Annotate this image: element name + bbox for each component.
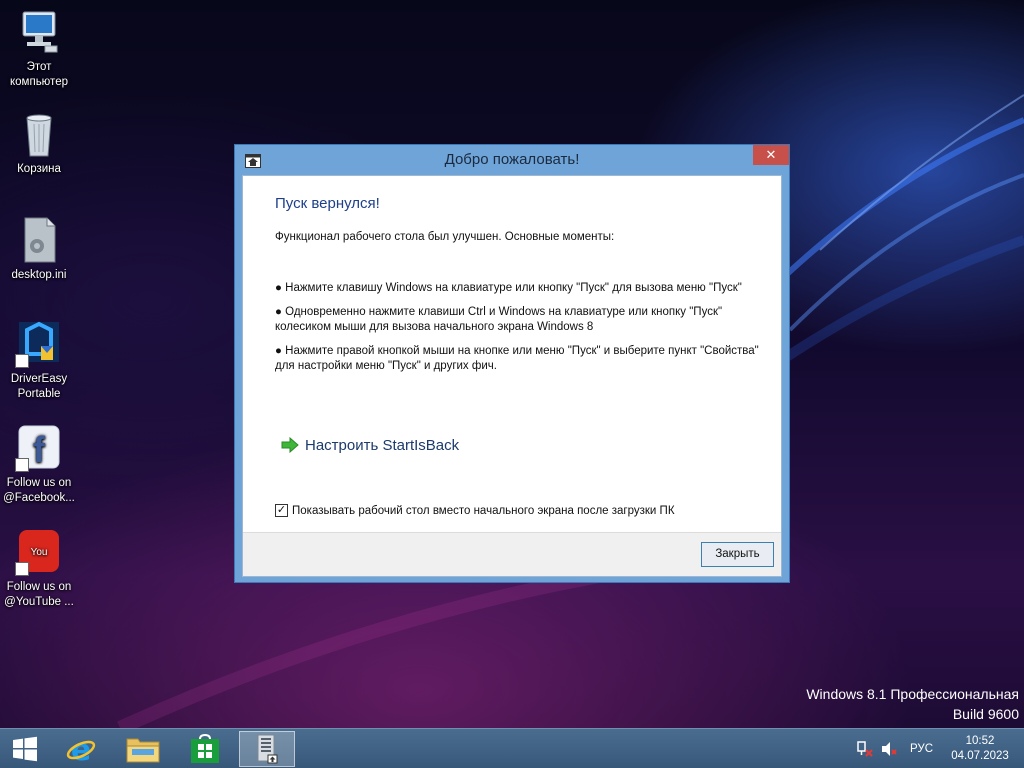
clock-time: 10:52 [965, 735, 995, 747]
desktop-icon-label: Follow us on @YouTube ... [4, 581, 74, 608]
shortcut-arrow-icon [15, 458, 29, 472]
desktop-icon-label: Корзина [17, 163, 61, 175]
link-label: Настроить StartIsBack [305, 436, 460, 454]
network-disconnected-icon [857, 741, 873, 757]
windows-version-watermark: Windows 8.1 Профессиональная Build 9600 [806, 684, 1019, 724]
taskbar-internet-explorer[interactable]: e [56, 731, 106, 767]
list-item: ● Нажмите правой кнопкой мыши на кнопке … [275, 345, 759, 372]
close-icon[interactable]: ✕ [753, 145, 789, 165]
list-item: ● Нажмите клавишу Windows на клавиатуре … [275, 282, 742, 294]
list-item: ● Одновременно нажмите клавиши Ctrl и Wi… [275, 306, 723, 333]
taskbar-clock[interactable]: 10:52 04.07.2023 [944, 734, 1016, 764]
shortcut-arrow-icon [15, 354, 29, 368]
taskbar: e РУС 10:52 04.07.2023 [0, 728, 1024, 768]
green-arrow-icon [281, 437, 299, 453]
svg-text:f: f [33, 429, 46, 470]
show-desktop-checkbox-row[interactable]: ✓ Показывать рабочий стол вместо начальн… [275, 504, 675, 517]
dialog-titlebar[interactable]: Добро пожаловать! ✕ [235, 145, 789, 175]
svg-text:You: You [31, 547, 48, 558]
desktop-icon-desktop-ini[interactable]: desktop.ini [2, 216, 76, 283]
taskbar-store[interactable] [180, 731, 230, 767]
watermark-build: Build 9600 [952, 706, 1019, 722]
welcome-dialog: Добро пожаловать! ✕ Пуск вернулся! Функц… [234, 144, 790, 583]
network-tray-icon[interactable] [856, 729, 878, 768]
start-button[interactable] [0, 731, 50, 767]
dialog-intro: Функционал рабочего стола был улучшен. О… [275, 231, 615, 243]
watermark-edition: Windows 8.1 Профессиональная [806, 686, 1019, 702]
dialog-title: Добро пожаловать! [444, 151, 580, 168]
desktop-icon-this-pc[interactable]: Этот компьютер [2, 8, 76, 90]
desktop-icon-label: Этот компьютер [10, 61, 68, 88]
desktop-icon-recycle-bin[interactable]: Корзина [2, 110, 76, 177]
desktop-icon-facebook[interactable]: f Follow us on @Facebook... [2, 424, 76, 506]
drivereasy-icon [15, 320, 63, 368]
configure-startisback-link[interactable]: Настроить StartIsBack [281, 434, 459, 456]
file-explorer-icon [126, 738, 160, 763]
show-desktop-checkbox[interactable]: ✓ [275, 504, 288, 517]
internet-explorer-icon: e [66, 733, 96, 765]
dialog-footer: Закрыть [243, 532, 781, 576]
tips-list: ● Нажмите клавишу Windows на клавиатуре … [275, 281, 765, 383]
clock-date: 04.07.2023 [951, 750, 1009, 762]
store-icon [191, 734, 219, 763]
shortcut-arrow-icon [15, 562, 29, 576]
input-language-indicator[interactable]: РУС [910, 729, 940, 768]
youtube-icon: You [15, 528, 63, 576]
taskbar-startisback[interactable] [239, 731, 295, 767]
facebook-icon: f [15, 424, 63, 472]
desktop-icon-label: DriverEasy Portable [10, 373, 68, 400]
settings-file-icon [15, 216, 63, 264]
desktop-icon-drivereasy[interactable]: DriverEasy Portable [2, 320, 76, 402]
desktop-icon-label: desktop.ini [11, 269, 67, 281]
dialog-heading: Пуск вернулся! [275, 195, 380, 212]
computer-icon [15, 8, 63, 56]
dialog-content: Пуск вернулся! Функционал рабочего стола… [242, 175, 782, 577]
volume-muted-icon [882, 742, 897, 756]
checkbox-label: Показывать рабочий стол вместо начальног… [292, 504, 675, 517]
taskbar-file-explorer[interactable] [118, 731, 168, 767]
volume-tray-icon[interactable] [880, 729, 902, 768]
start-icon [13, 736, 37, 762]
close-button[interactable]: Закрыть [701, 542, 774, 567]
recycle-bin-icon [15, 110, 63, 158]
desktop-icon-youtube[interactable]: You Follow us on @YouTube ... [2, 528, 76, 610]
svg-text:e: e [71, 733, 91, 765]
desktop-icon-label: Follow us on @Facebook... [3, 477, 75, 504]
startisback-app-icon [257, 734, 278, 764]
